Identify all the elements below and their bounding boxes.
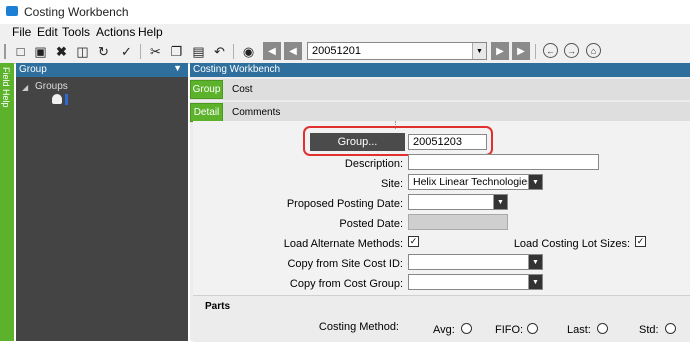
main-panel-title: Costing Workbench <box>193 64 281 75</box>
first-icon[interactable]: ◀ <box>263 42 281 60</box>
key-combo[interactable]: 20051201 ▼ <box>307 42 487 60</box>
tab-detail[interactable]: Detail <box>190 103 223 122</box>
description-label: Description: <box>344 158 403 170</box>
menu-tools[interactable]: Tools <box>62 25 90 39</box>
std-radio[interactable] <box>665 323 676 334</box>
menu-bar: File Edit Tools Actions Help <box>0 24 690 40</box>
group-value: 20051203 <box>413 136 462 148</box>
tab-cost[interactable]: Cost <box>232 84 253 95</box>
proposed-posting-date-field[interactable]: ▼ <box>408 194 508 210</box>
cut-icon[interactable]: ✂ <box>147 43 164 60</box>
site-select[interactable]: Helix Linear Technologies ▼ <box>408 174 543 190</box>
save-icon[interactable]: ▣ <box>32 43 49 60</box>
binoculars-icon[interactable]: ◉ <box>240 43 257 60</box>
chevron-down-icon[interactable]: ▼ <box>528 175 542 189</box>
chevron-down-icon[interactable]: ▼ <box>472 43 486 59</box>
parts-section: Parts Costing Method: Avg: FIFO: Last: S… <box>193 295 690 342</box>
copy-cost-group-label: Copy from Cost Group: <box>289 278 403 290</box>
tree-expand-icon[interactable]: ◢ <box>22 83 28 92</box>
load-alternate-methods-label: Load Alternate Methods: <box>283 238 403 250</box>
new-icon[interactable]: □ <box>12 43 29 60</box>
tree-panel: Group ▼ ◢ Groups <box>16 63 188 341</box>
menu-help[interactable]: Help <box>138 25 163 39</box>
proposed-posting-date-label: Proposed Posting Date: <box>286 198 403 210</box>
site-value: Helix Linear Technologies <box>413 176 533 188</box>
group-node-icon[interactable] <box>52 94 62 104</box>
field-help-label: Field Help <box>1 67 11 108</box>
parts-title: Parts <box>205 301 231 312</box>
copy-site-cost-id-select[interactable]: ▼ <box>408 254 543 270</box>
std-label: Std: <box>639 324 659 336</box>
tree-panel-title: Group <box>19 64 47 75</box>
window-title: Costing Workbench <box>24 5 129 19</box>
title-bar: Costing Workbench <box>0 0 690 24</box>
sheet-row-detail: Detail Comments <box>190 102 690 123</box>
key-value: 20051201 <box>312 45 361 57</box>
menu-edit[interactable]: Edit <box>37 25 58 39</box>
chevron-down-icon[interactable]: ▼ <box>528 275 542 289</box>
back-icon[interactable]: ← <box>543 43 558 58</box>
next-icon[interactable]: ▶ <box>491 42 509 60</box>
menu-file[interactable]: File <box>12 25 31 39</box>
site-label: Site: <box>380 178 403 190</box>
delete-icon[interactable]: ✖ <box>53 43 70 60</box>
group-field[interactable]: 20051203 <box>408 134 487 150</box>
avg-radio[interactable] <box>461 323 472 334</box>
main-panel: Group Cost Detail Comments Group... 2005… <box>190 77 690 342</box>
toolbar-separator <box>535 44 536 59</box>
main-panel-header: Costing Workbench <box>190 63 690 77</box>
refresh-icon[interactable]: ↻ <box>95 43 112 60</box>
load-costing-lot-sizes-checkbox[interactable]: ✓ <box>635 236 646 247</box>
clear-icon[interactable]: ✓ <box>118 43 135 60</box>
group-button[interactable]: Group... <box>310 133 405 151</box>
prev-icon[interactable]: ◀ <box>284 42 302 60</box>
copy-site-cost-id-label: Copy from Site Cost ID: <box>287 258 403 270</box>
tree-node-groups[interactable]: Groups <box>35 81 68 92</box>
home-icon[interactable]: ⌂ <box>586 43 601 58</box>
last-icon[interactable]: ▶ <box>512 42 530 60</box>
costing-method-label: Costing Method: <box>318 321 399 333</box>
sheet-row-group: Group Cost <box>190 79 690 100</box>
last-label: Last: <box>567 324 591 336</box>
forward-icon[interactable]: → <box>564 43 579 58</box>
app-icon <box>6 6 18 16</box>
load-costing-lot-sizes-label: Load Costing Lot Sizes: <box>513 238 630 250</box>
copy-cost-group-select[interactable]: ▼ <box>408 274 543 290</box>
tab-comments[interactable]: Comments <box>232 107 280 118</box>
posted-date-label: Posted Date: <box>339 218 403 230</box>
chevron-down-icon[interactable]: ▼ <box>528 255 542 269</box>
toolbar-grip <box>4 44 6 59</box>
pin-icon[interactable]: ▼ <box>173 63 182 73</box>
avg-label: Avg: <box>433 324 455 336</box>
chevron-down-icon[interactable]: ▼ <box>493 195 507 209</box>
load-alternate-methods-checkbox[interactable]: ✓ <box>408 236 419 247</box>
posted-date-field <box>408 214 508 230</box>
copy-icon[interactable]: ❐ <box>168 43 185 60</box>
undo-icon[interactable]: ↶ <box>211 43 228 60</box>
fifo-radio[interactable] <box>527 323 538 334</box>
field-help-tab[interactable]: Field Help <box>0 63 14 341</box>
group-node-marker <box>65 94 68 105</box>
menu-actions[interactable]: Actions <box>96 25 135 39</box>
fifo-label: FIFO: <box>495 324 524 336</box>
tree-panel-header: Group ▼ <box>16 63 188 77</box>
detail-form: Group... 20051203 Description: Site: Hel… <box>193 121 690 299</box>
toolbar-separator <box>140 44 141 59</box>
last-radio[interactable] <box>597 323 608 334</box>
tab-group[interactable]: Group <box>190 80 223 99</box>
description-field[interactable] <box>408 154 599 170</box>
toolbar: □ ▣ ✖ ◫ ↻ ✓ ✂ ❐ ▤ ↶ ◉ ◀ ◀ 20051201 ▼ ▶ ▶… <box>0 40 690 64</box>
paste-icon[interactable]: ▤ <box>190 43 207 60</box>
attach-icon[interactable]: ◫ <box>74 43 91 60</box>
toolbar-separator <box>233 44 234 59</box>
